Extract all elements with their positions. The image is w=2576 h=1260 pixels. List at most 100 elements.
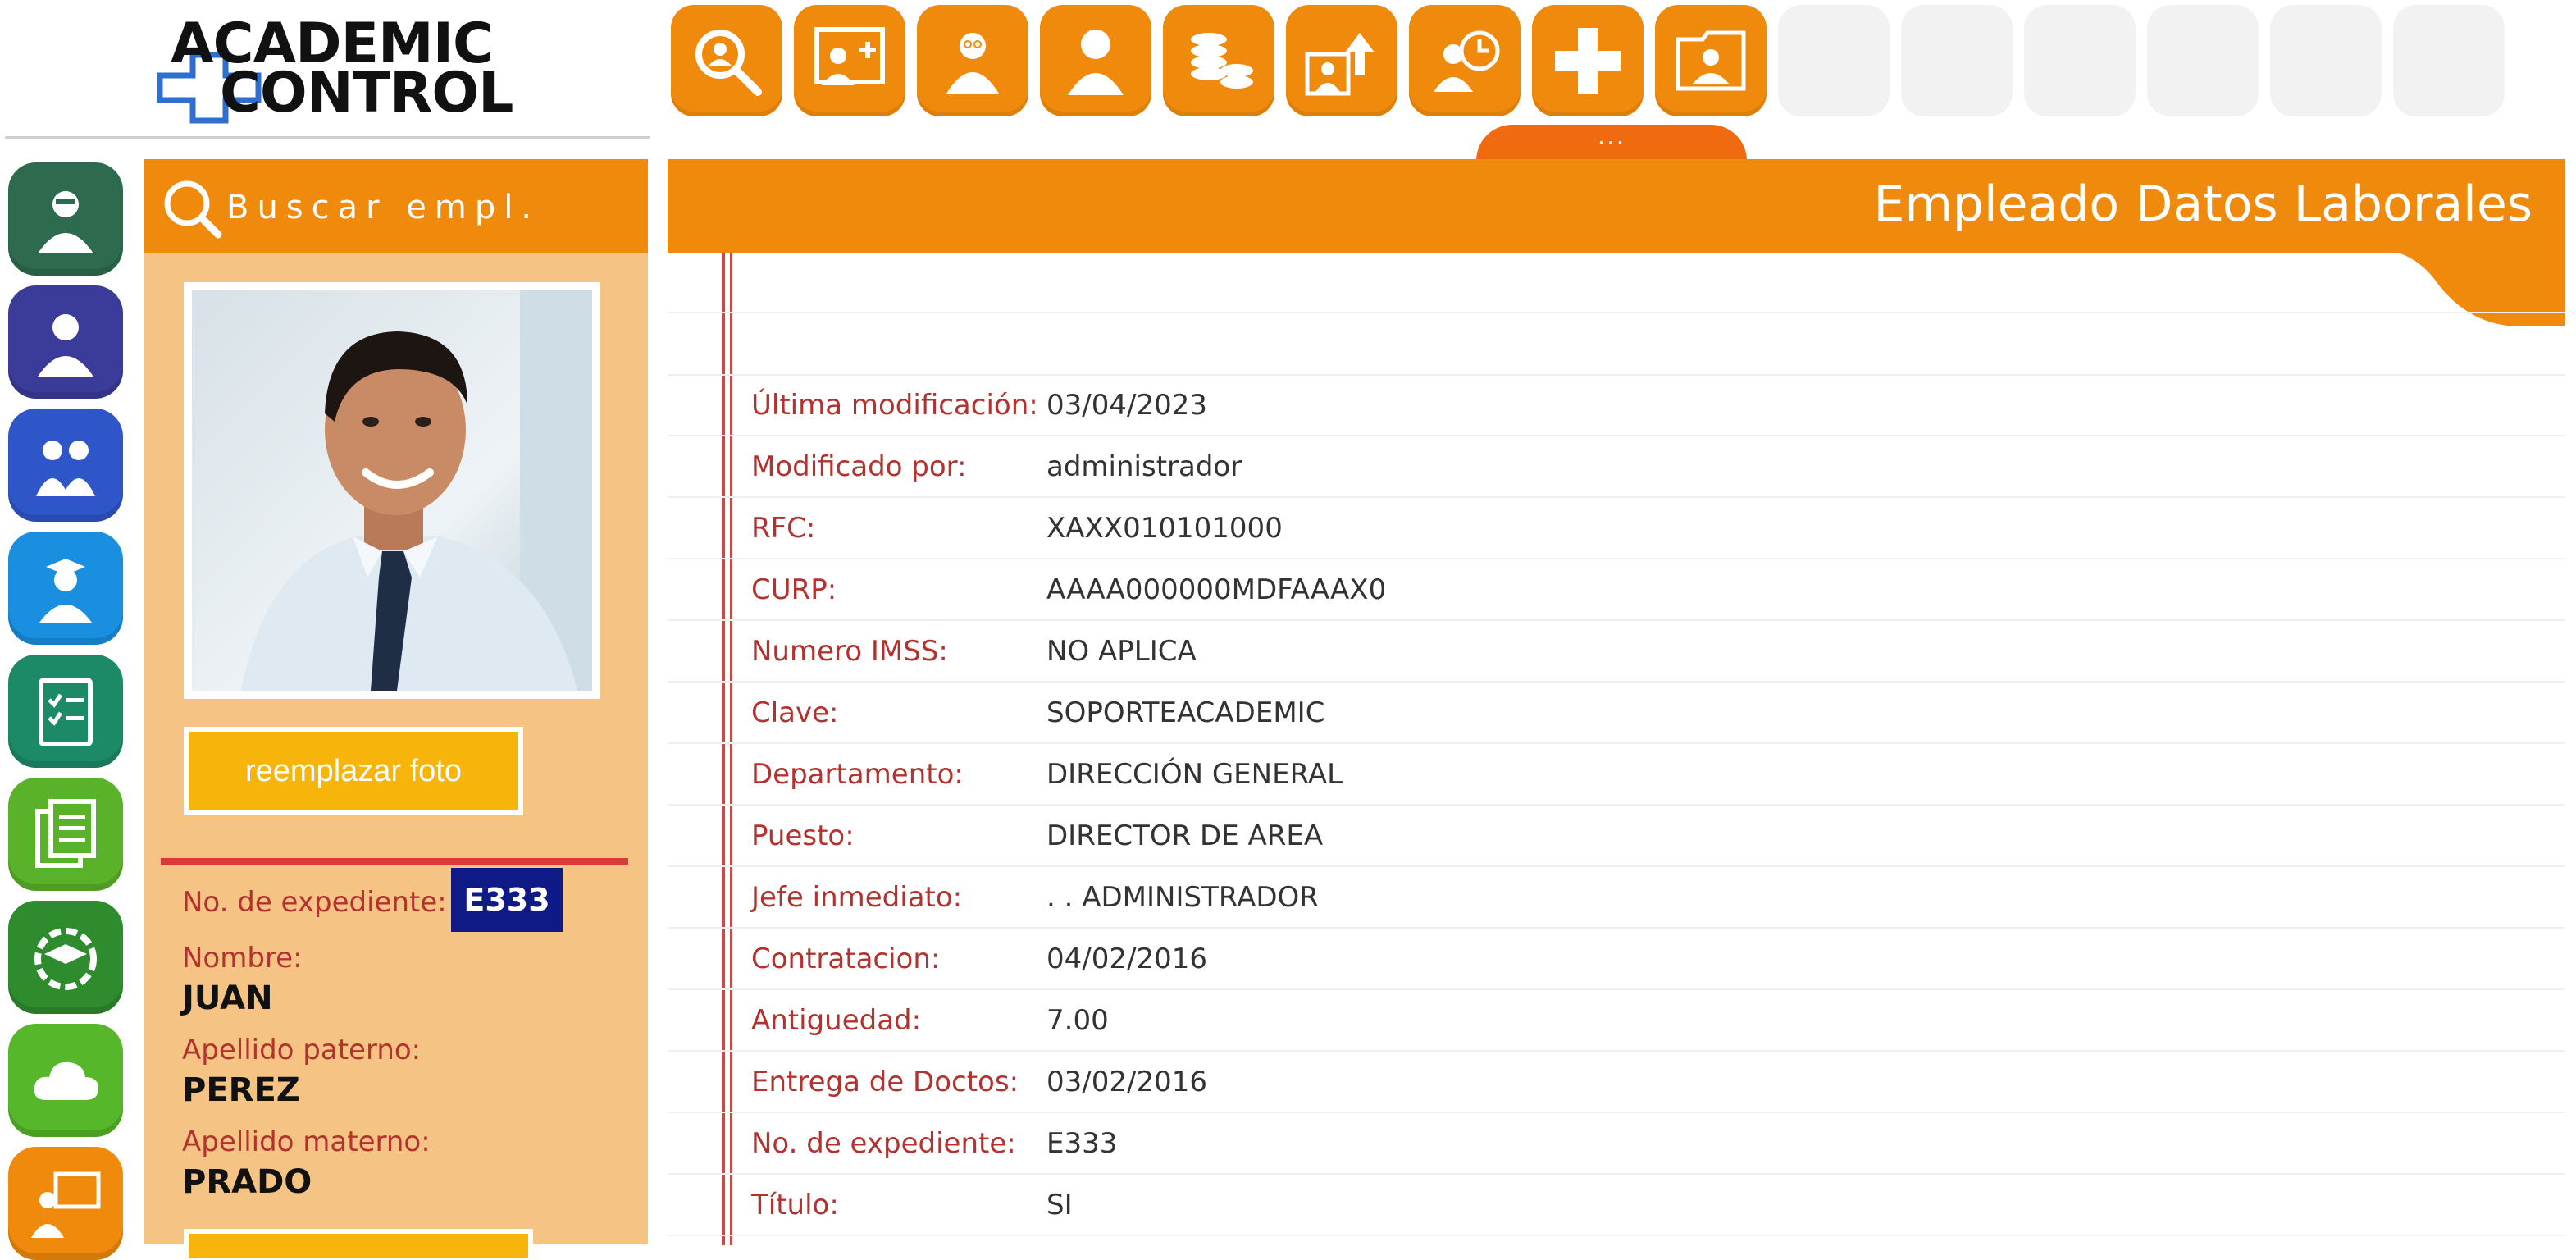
toolbar-empty-slot [2393,5,2505,116]
more-options-tab[interactable]: ... [1476,125,1747,161]
field-label: Modificado por: [751,450,967,483]
row-divider [668,312,2565,313]
search-icon [164,180,222,239]
row-divider [668,1112,2565,1113]
upload-photo-icon [1305,33,1375,96]
main-header: Empleado Datos Laborales [668,159,2565,253]
header-swoosh [2398,253,2565,326]
field-label: RFC: [751,512,816,545]
row-divider [668,927,2565,929]
field-value: 7.00 [1046,1004,1109,1037]
search-employee-header[interactable]: Buscar empl. [144,159,648,253]
field-value: E333 [1046,1127,1118,1160]
row-divider [668,496,2565,498]
page-title: Empleado Datos Laborales [1873,176,2533,233]
teacher-icon [38,191,93,253]
expediente-label: No. de expediente: [182,886,447,919]
nombre-label: Nombre: [182,942,303,975]
employee-admin-icon [946,33,999,94]
row-divider [668,804,2565,806]
row-divider [668,1050,2565,1052]
upload-photo-button[interactable] [1286,5,1397,116]
sidebar-checklist-button[interactable] [8,655,123,768]
field-label: CURP: [751,573,837,606]
search-employee-icon [695,30,762,96]
toolbar-empty-slot [2024,5,2136,116]
nombre-value: JUAN [182,979,273,1017]
replace-photo-button[interactable]: reemplazar foto [184,727,523,815]
left-sidebar [8,162,123,1260]
search-employee-button[interactable] [671,5,782,116]
photo-album-button[interactable] [1655,5,1767,116]
field-label: No. de expediente: [751,1127,1016,1160]
margin-line [730,253,732,1245]
field-value: NO APLICA [1046,635,1197,668]
row-divider [668,865,2565,867]
sidebar-presentation-button[interactable] [8,1147,123,1260]
attendance-button[interactable] [1409,5,1521,116]
add-employee-icon [814,27,885,85]
employee-icon [1068,30,1124,95]
employee-work-data-panel: Empleado Datos Laborales Última modifica… [668,159,2565,1245]
sidebar-teacher-button[interactable] [8,162,123,276]
employee-button[interactable] [1040,5,1151,116]
toolbar-empty-slot [2270,5,2382,116]
employee-photo [192,290,592,691]
expediente-badge: E333 [451,868,563,932]
row-divider [668,1235,2565,1236]
sidebar-student-button[interactable] [8,532,123,645]
attendance-clock-icon [1434,30,1500,92]
profile-action-button[interactable] [184,1229,533,1258]
checklist-icon [39,678,93,746]
graduation-settings-icon [34,928,97,990]
sidebar-graduation-button[interactable] [8,901,123,1014]
field-value: SOPORTEACADEMIC [1046,696,1325,729]
academic-control-logo[interactable]: ACADEMIC CONTROL [156,10,514,126]
apellido-materno-value: PRADO [182,1163,312,1201]
field-value: XAXX010101000 [1046,512,1283,545]
search-employee-label: Buscar empl. [226,189,540,226]
field-value: AAAA000000MDFAAAX0 [1046,573,1387,606]
sidebar-parents-button[interactable] [8,409,123,522]
apellido-paterno-label: Apellido paterno: [182,1034,422,1066]
toolbar-empty-slot [1778,5,1890,116]
apellido-paterno-value: PEREZ [182,1071,300,1109]
add-button[interactable] [1532,5,1644,116]
toolbar-empty-slot [1901,5,2013,116]
payroll-coins-icon [1191,33,1253,89]
field-value: DIRECTOR DE AREA [1046,819,1324,852]
employee-photo-frame [184,282,600,699]
row-divider [668,1173,2565,1175]
sidebar-documents-button[interactable] [8,778,123,891]
field-label: Jefe inmediato: [751,881,963,914]
sidebar-staff-button[interactable] [8,285,123,399]
field-value: . . ADMINISTRADOR [1046,881,1319,914]
field-label: Contratacion: [751,943,941,975]
field-value: DIRECCIÓN GENERAL [1046,758,1343,791]
row-divider [668,558,2565,559]
parents-icon [36,441,95,496]
employee-profile-panel: Buscar empl. reemplazar foto No. de expe… [144,159,648,1258]
add-icon [1555,28,1621,94]
student-icon [39,559,92,623]
payroll-button[interactable] [1163,5,1274,116]
employee-admin-button[interactable] [917,5,1028,116]
toolbar-empty-slot [2147,5,2259,116]
row-divider [668,374,2565,376]
apellido-materno-label: Apellido materno: [182,1125,431,1158]
field-label: Departamento: [751,758,964,791]
field-value: administrador [1046,450,1242,483]
logo-text-control: CONTROL [220,61,514,126]
field-label: Título: [751,1189,839,1221]
sidebar-cloud-button[interactable] [8,1024,123,1137]
field-label: Última modificación: [751,389,1038,422]
add-employee-button[interactable] [794,5,905,116]
photo-album-icon [1676,30,1746,91]
row-divider [668,742,2565,744]
field-label: Clave: [751,696,839,729]
row-divider [668,435,2565,436]
field-value: 03/02/2016 [1046,1066,1207,1098]
profile-divider [161,858,628,865]
presentation-icon [31,1171,101,1238]
field-value: 03/04/2023 [1046,389,1207,422]
